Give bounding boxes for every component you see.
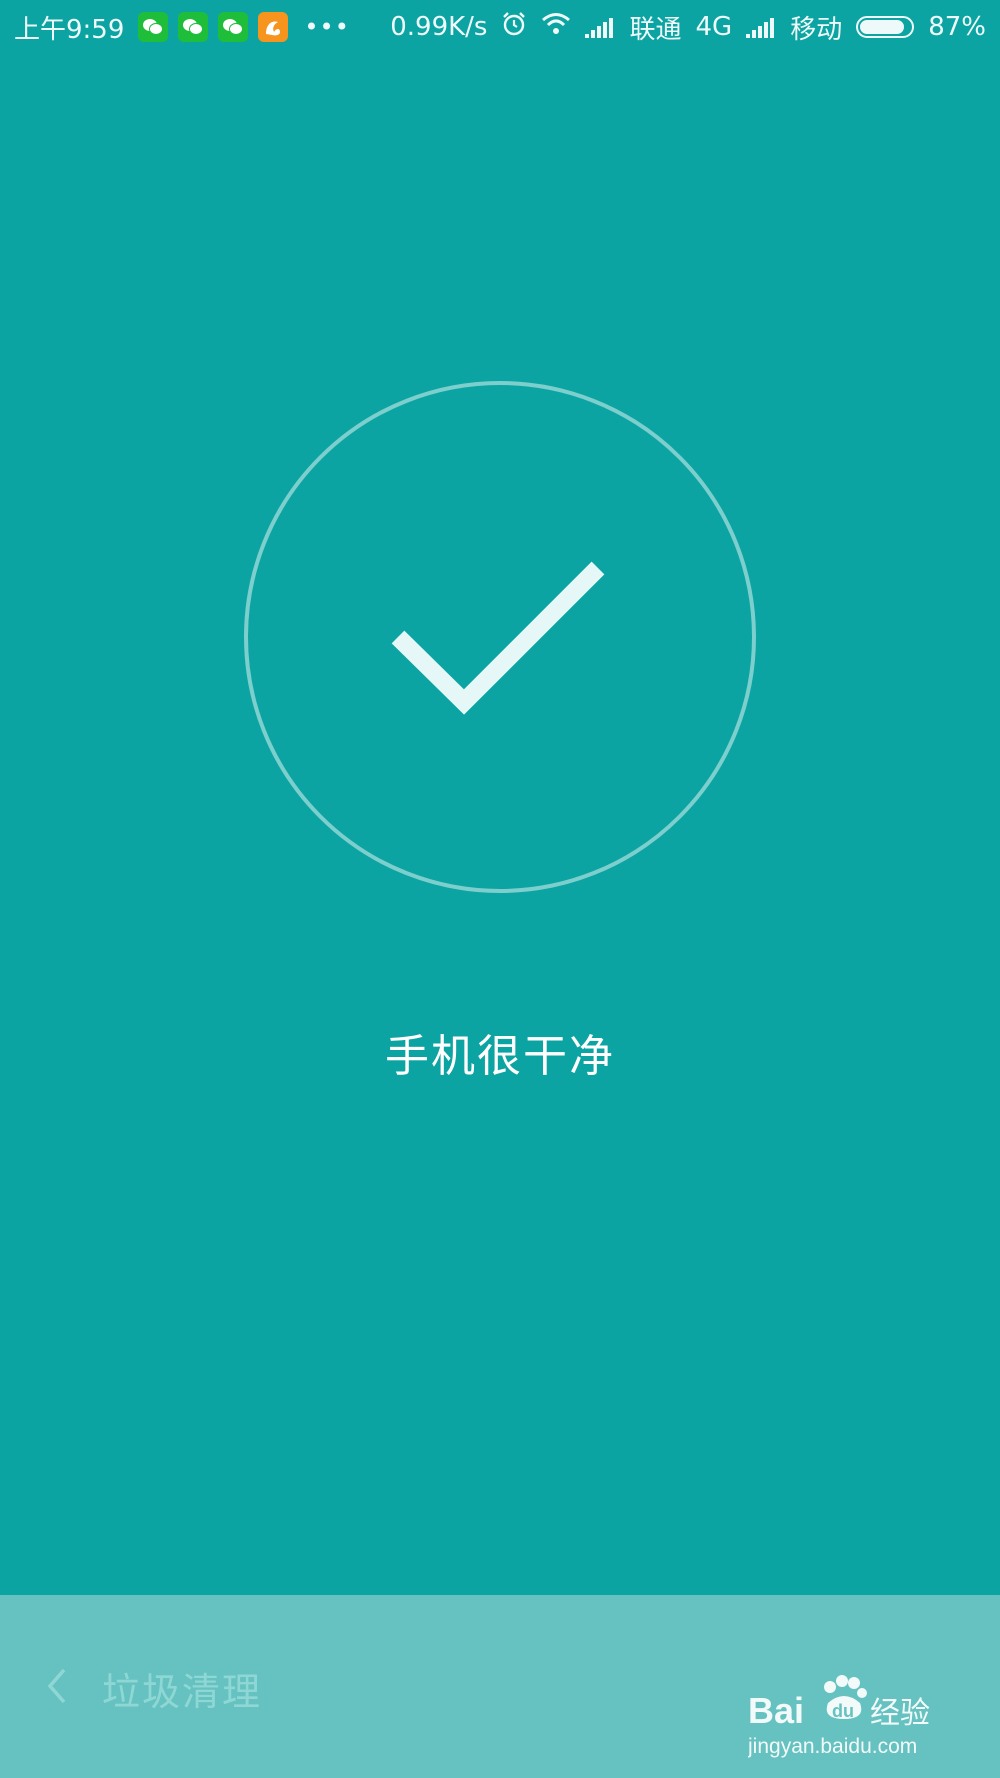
status-bar-left: 上午9:59 ••• [14,9,350,46]
wechat-icon [218,12,249,42]
bottom-bar-title[interactable]: 垃圾清理 [102,1661,262,1716]
status-message: 手机很干净 [385,1031,615,1082]
svg-text:Bai: Bai [748,1690,804,1731]
battery-percent: 87% [928,12,986,42]
carrier-2: 移动 [790,14,843,45]
wechat-icon [178,12,209,42]
more-notifications-icon: ••• [304,13,350,41]
success-circle [244,381,756,893]
wifi-icon [541,12,571,43]
svg-text:du: du [832,1701,854,1721]
status-bar-right: 0.99K/s 联通 4G 移动 87% [390,9,986,46]
baidu-jingyan-watermark: Bai du 经验 jingyan.baidu.com [747,1669,948,1763]
status-time: 上午9:59 [14,14,125,45]
signal-strength-icon [585,16,615,38]
alarm-icon [501,11,527,44]
wechat-icon [138,12,169,42]
check-icon [391,561,605,715]
svg-text:经验: 经验 [870,1696,930,1731]
status-bar: 上午9:59 ••• 0.99K/s 联通 4G 移动 87% [0,0,1000,54]
uc-browser-icon [258,12,289,42]
svg-text:jingyan.baidu.com: jingyan.baidu.com [748,1735,917,1758]
bottom-bar: 垃圾清理 Bai du 经验 jingyan.baidu.com [0,1595,1000,1778]
chevron-left-icon[interactable] [36,1663,76,1709]
success-indicator [243,380,757,894]
net-speed: 0.99K/s [390,12,488,42]
battery-icon [856,16,915,38]
network-type: 4G [695,12,733,42]
carrier-1: 联通 [629,14,682,45]
battery-fill [860,20,904,34]
signal-strength-icon [746,16,776,38]
